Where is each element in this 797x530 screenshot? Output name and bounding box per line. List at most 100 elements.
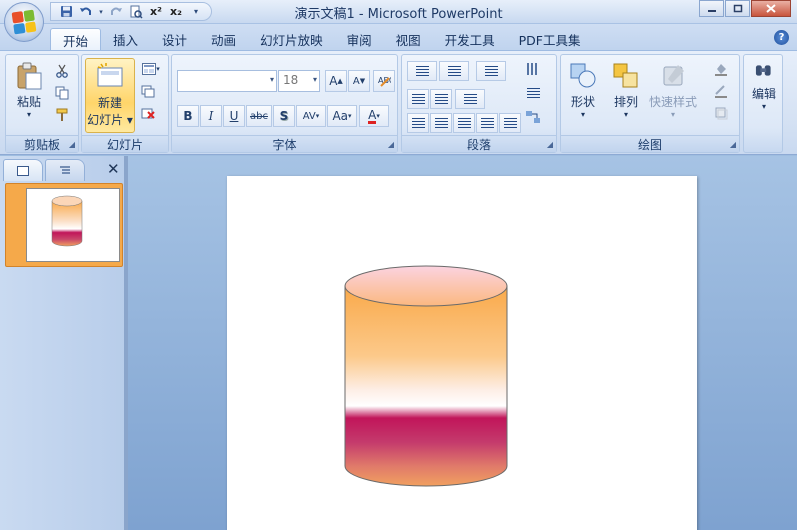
font-name-combo[interactable]: ▾ (177, 70, 277, 92)
justify-button[interactable] (476, 113, 498, 133)
tab-developer[interactable]: 开发工具 (433, 28, 507, 51)
increase-indent-button[interactable] (430, 89, 452, 109)
char-spacing-button[interactable]: AV ▾ (296, 105, 326, 127)
cylinder-shape[interactable] (227, 176, 697, 530)
text-shadow-button[interactable]: S (273, 105, 295, 127)
clipboard-group-label: 剪贴板 (6, 135, 78, 152)
new-slide-button[interactable]: 新建 幻灯片 ▾ (85, 58, 135, 133)
paste-label: 粘贴 (16, 95, 41, 109)
paste-dropdown-icon: ▾ (26, 110, 31, 119)
office-button[interactable] (4, 2, 44, 42)
shape-effects-icon[interactable] (709, 103, 733, 123)
clear-format-button[interactable]: ABC (373, 70, 395, 92)
align-left-button[interactable] (407, 113, 429, 133)
editing-label: 编辑 (751, 87, 776, 101)
text-direction-button[interactable] (522, 59, 544, 79)
minimize-button[interactable] (699, 0, 724, 17)
change-case-button[interactable]: Aa ▾ (327, 105, 357, 127)
slide-thumbnail-item[interactable] (5, 183, 123, 267)
italic-button[interactable]: I (200, 105, 222, 127)
paste-button[interactable]: 粘贴 ▾ (14, 61, 44, 119)
panel-tabs: ✕ (3, 159, 123, 181)
quick-styles-button[interactable]: 快速样式 ▾ (649, 61, 697, 119)
text-direction-icon (527, 63, 537, 75)
shapes-dropdown-icon: ▾ (580, 110, 585, 119)
drawing-group-label: 绘图 (561, 135, 739, 152)
font-launcher-icon[interactable]: ◢ (388, 140, 394, 149)
office-logo-icon (11, 9, 37, 35)
tab-home[interactable]: 开始 (50, 28, 102, 51)
decrease-indent-button[interactable] (407, 89, 429, 109)
slides-tab-icon (17, 165, 29, 176)
align-text-button[interactable] (522, 83, 544, 103)
thumbnail-cylinder (51, 195, 83, 247)
slide-canvas[interactable] (227, 176, 697, 530)
bold-button[interactable]: B (177, 105, 199, 127)
quick-styles-icon (663, 65, 684, 86)
drawing-launcher-icon[interactable]: ◢ (730, 140, 736, 149)
editing-button[interactable]: 编辑 ▾ (747, 61, 781, 111)
new-slide-icon (97, 63, 123, 87)
smartart-button[interactable] (522, 107, 544, 127)
tab-insert[interactable]: 插入 (101, 28, 150, 51)
slide-workspace (128, 156, 797, 530)
delete-slide-icon[interactable] (138, 103, 158, 123)
underline-button[interactable]: U (223, 105, 245, 127)
format-painter-icon[interactable] (52, 105, 72, 125)
reset-slide-icon[interactable] (138, 81, 158, 101)
paste-icon (17, 62, 42, 90)
font-color-button[interactable]: A ▾ (359, 105, 389, 127)
clear-format-icon: ABC (378, 76, 391, 87)
align-center-button[interactable] (430, 113, 452, 133)
shape-outline-icon[interactable] (709, 81, 733, 101)
shapes-button[interactable]: 形状 ▾ (568, 61, 598, 119)
panel-close-icon[interactable]: ✕ (107, 160, 120, 178)
powerpoint-window: ▾ x² x₂ ▾ 演示文稿1 - Microsoft PowerPoint 开… (0, 0, 797, 530)
slides-group: 新建 幻灯片 ▾ ▾ 幻灯片 (81, 54, 169, 153)
columns-button[interactable] (455, 89, 485, 109)
tab-design[interactable]: 设计 (150, 28, 199, 51)
arrange-button[interactable]: 排列 ▾ (611, 61, 641, 119)
copy-icon[interactable] (52, 83, 72, 103)
arrange-dropdown-icon: ▾ (623, 110, 628, 119)
clipboard-launcher-icon[interactable]: ◢ (69, 140, 75, 149)
tab-review[interactable]: 审阅 (335, 28, 384, 51)
cut-icon[interactable] (52, 61, 72, 81)
numbering-button[interactable] (439, 61, 469, 81)
restore-button[interactable] (725, 0, 750, 17)
slide-thumbnail[interactable] (26, 188, 120, 262)
distribute-button[interactable] (499, 113, 521, 133)
layout-icon[interactable]: ▾ (138, 59, 164, 79)
quick-styles-label: 快速样式 (649, 95, 698, 109)
title-bar: ▾ x² x₂ ▾ 演示文稿1 - Microsoft PowerPoint (0, 0, 797, 24)
tab-view[interactable]: 视图 (384, 28, 433, 51)
shape-fill-icon[interactable] (709, 59, 733, 79)
tab-pdf-tools[interactable]: PDF工具集 (507, 28, 593, 51)
ribbon-tab-bar: 开始 插入 设计 动画 幻灯片放映 审阅 视图 开发工具 PDF工具集 ? (0, 24, 797, 51)
close-button[interactable] (751, 0, 791, 17)
shapes-label: 形状 (570, 95, 595, 109)
tab-animation[interactable]: 动画 (199, 28, 248, 51)
shrink-font-button[interactable]: A ▼ (348, 70, 370, 92)
help-icon[interactable]: ? (774, 30, 789, 45)
paragraph-launcher-icon[interactable]: ◢ (547, 140, 553, 149)
bullets-button[interactable] (407, 61, 437, 81)
outline-tab[interactable] (45, 159, 85, 181)
new-slide-label-line1: 新建 (97, 96, 122, 110)
tab-slideshow[interactable]: 幻灯片放映 (248, 28, 335, 51)
font-size-dropdown-icon: ▾ (312, 75, 317, 84)
paragraph-group-label: 段落 (402, 135, 556, 152)
window-controls (699, 0, 791, 17)
slides-group-label: 幻灯片 (82, 135, 168, 152)
align-right-button[interactable] (453, 113, 475, 133)
ribbon: 粘贴 ▾ 剪贴板 ◢ 新建 幻灯片 ▾ ▾ 幻灯片 ▾ 18 ▾ A ▲ A ▼… (0, 50, 797, 155)
strikethrough-button[interactable]: abc (246, 105, 272, 127)
slides-tab[interactable] (3, 159, 43, 181)
shapes-icon (570, 63, 596, 88)
arrange-icon (613, 63, 638, 88)
font-size-combo[interactable]: 18 ▾ (278, 70, 320, 92)
font-name-dropdown-icon: ▾ (269, 75, 274, 84)
line-spacing-button[interactable] (476, 61, 506, 81)
grow-font-button[interactable]: A ▲ (325, 70, 347, 92)
arrange-label: 排列 (613, 95, 638, 109)
